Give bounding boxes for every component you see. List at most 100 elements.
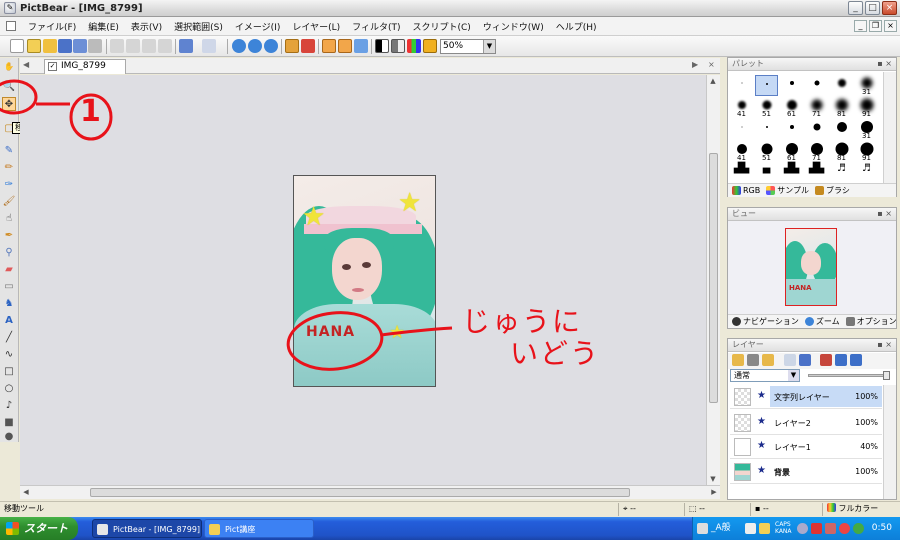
tab-zoom[interactable]: ズーム <box>804 316 840 327</box>
tab-prev-icon[interactable]: ◀ <box>23 60 29 69</box>
tab-close-icon[interactable]: × <box>708 60 715 69</box>
mail-icon[interactable] <box>301 39 315 53</box>
layer-row[interactable]: ★ 背景 100% <box>730 460 882 484</box>
canvas-vertical-scrollbar[interactable]: ▲ ▼ <box>706 75 720 485</box>
panel-close-icon[interactable]: ▪ × <box>877 339 892 351</box>
brush-preset[interactable]: 41 <box>730 141 753 162</box>
menu-window[interactable]: ウィンドウ(W) <box>477 20 550 33</box>
save-as-icon[interactable] <box>73 39 87 53</box>
cut-icon[interactable] <box>110 39 124 53</box>
layer-panel-icon[interactable] <box>354 39 368 53</box>
print-icon[interactable] <box>88 39 102 53</box>
menu-image[interactable]: イメージ(I) <box>229 20 287 33</box>
brush-preset[interactable] <box>730 119 753 140</box>
tray-security-icon[interactable] <box>811 523 822 534</box>
taskbar-item-pictbear[interactable]: PictBear - [IMG_8799] <box>92 519 202 538</box>
app-icon[interactable]: ✎ <box>4 2 16 14</box>
zoom-tool-icon[interactable]: 🔍 <box>2 80 16 94</box>
brush-preset[interactable] <box>780 119 803 140</box>
ellipse-tool-icon[interactable]: ○ <box>2 382 16 396</box>
brush-preset-texture[interactable]: ▟▙ <box>780 163 803 184</box>
menu-view[interactable]: 表示(V) <box>125 20 168 33</box>
blend-mode-select[interactable]: 通常 ▼ <box>730 369 800 382</box>
scroll-down-icon[interactable]: ▼ <box>707 473 719 485</box>
brush-preset-texture[interactable]: ▟▙ <box>805 163 828 184</box>
brush-preset[interactable]: 61 <box>780 97 803 118</box>
palette-icon[interactable] <box>423 39 437 53</box>
zoom-fit-icon[interactable] <box>264 39 278 53</box>
brush-preset[interactable] <box>805 75 828 96</box>
move-tool-icon[interactable]: ✥ <box>2 97 16 111</box>
tray-speaker-icon[interactable] <box>797 523 808 534</box>
move-layer-up-icon[interactable] <box>784 354 796 366</box>
close-button[interactable]: × <box>882 1 897 15</box>
tray-tool-icon[interactable] <box>759 523 770 534</box>
brush-preset[interactable]: 51 <box>755 141 778 162</box>
text-tool-icon[interactable]: A <box>2 314 16 328</box>
rgb-channels-icon[interactable] <box>407 39 421 53</box>
new-file-icon[interactable] <box>10 39 24 53</box>
start-button[interactable]: スタート <box>0 517 78 540</box>
gradient-tool-icon[interactable]: ▭ <box>2 280 16 294</box>
chevron-down-icon[interactable]: ▼ <box>788 370 799 381</box>
open-recent-icon[interactable] <box>43 39 57 53</box>
brush-preset[interactable] <box>830 75 853 96</box>
dropper-tool-icon[interactable]: ⚲ <box>2 246 16 260</box>
taskbar-clock[interactable]: 0:50 <box>872 517 892 540</box>
tray-network-icon[interactable] <box>853 523 864 534</box>
hand-tool-icon[interactable]: ✋ <box>2 60 16 74</box>
tray-ime-icon[interactable] <box>697 523 708 534</box>
image-window-icon[interactable] <box>285 39 299 53</box>
navigator-thumbnail[interactable]: HANA <box>785 228 837 306</box>
doc-minimize-button[interactable]: _ <box>854 20 867 32</box>
brush-preset[interactable]: 41 <box>730 97 753 118</box>
layer-row[interactable]: ★ 文字列レイヤー 100% <box>730 385 882 409</box>
maximize-button[interactable]: □ <box>865 1 880 15</box>
brush-preset[interactable] <box>805 119 828 140</box>
tab-sample[interactable]: サンプル <box>766 185 809 196</box>
save-icon[interactable] <box>58 39 72 53</box>
eraser-tool-icon[interactable]: ▰ <box>2 263 16 277</box>
paste-icon[interactable] <box>142 39 156 53</box>
image-canvas[interactable]: ★ ★ ★ HANA <box>20 75 706 485</box>
merge-layer-icon[interactable] <box>820 354 832 366</box>
brush-preset[interactable]: 71 <box>805 141 828 162</box>
canvas-horizontal-scrollbar[interactable]: ◀ ▶ <box>20 485 720 499</box>
tab-next-icon[interactable]: ▶ <box>692 60 698 69</box>
menu-edit[interactable]: 編集(E) <box>82 20 125 33</box>
brush-preset[interactable] <box>780 75 803 96</box>
move-layer-down-icon[interactable] <box>799 354 811 366</box>
tab-brush[interactable]: ブラシ <box>815 185 850 196</box>
zoom-select[interactable]: 50% ▼ <box>440 39 496 54</box>
grayscale-icon[interactable] <box>391 39 405 53</box>
redo-icon[interactable] <box>202 39 216 53</box>
photo-image[interactable]: ★ ★ ★ HANA <box>293 175 436 387</box>
doc-restore-button[interactable]: ❐ <box>869 20 882 32</box>
visibility-star-icon[interactable]: ★ <box>757 417 767 427</box>
shape-tool-icon[interactable]: ♪ <box>2 399 16 413</box>
ime-mode[interactable]: _A般 <box>711 517 731 540</box>
horizontal-scroll-thumb[interactable] <box>90 488 630 497</box>
layer-scrollbar[interactable] <box>883 385 896 499</box>
menu-script[interactable]: スクリプト(C) <box>406 20 476 33</box>
menu-file[interactable]: ファイル(F) <box>22 20 82 33</box>
brush-preset[interactable] <box>730 75 753 96</box>
smudge-tool-icon[interactable]: ☝ <box>2 212 16 226</box>
mask-icon[interactable] <box>375 39 389 53</box>
navigator-area[interactable]: HANA <box>728 221 896 315</box>
pencil-tool-icon[interactable]: ✏ <box>2 161 16 175</box>
brush-preset[interactable]: 91 <box>855 97 878 118</box>
visibility-star-icon[interactable]: ★ <box>757 466 767 476</box>
opacity-slider-handle[interactable] <box>883 371 890 380</box>
document-menu-icon[interactable] <box>0 17 22 36</box>
brush-preset-texture[interactable]: ♬ <box>830 163 853 184</box>
tray-alert-icon[interactable] <box>839 523 850 534</box>
brush-preset[interactable]: 31 <box>855 119 878 140</box>
brush-preset[interactable] <box>830 119 853 140</box>
filled-ellipse-tool-icon[interactable]: ● <box>2 430 16 444</box>
zoom-in-icon[interactable] <box>232 39 246 53</box>
brush-preset[interactable]: 81 <box>830 141 853 162</box>
brush-preset[interactable]: 71 <box>805 97 828 118</box>
filled-rectangle-tool-icon[interactable]: ■ <box>2 416 16 430</box>
tray-ime-pad-icon[interactable] <box>745 523 756 534</box>
